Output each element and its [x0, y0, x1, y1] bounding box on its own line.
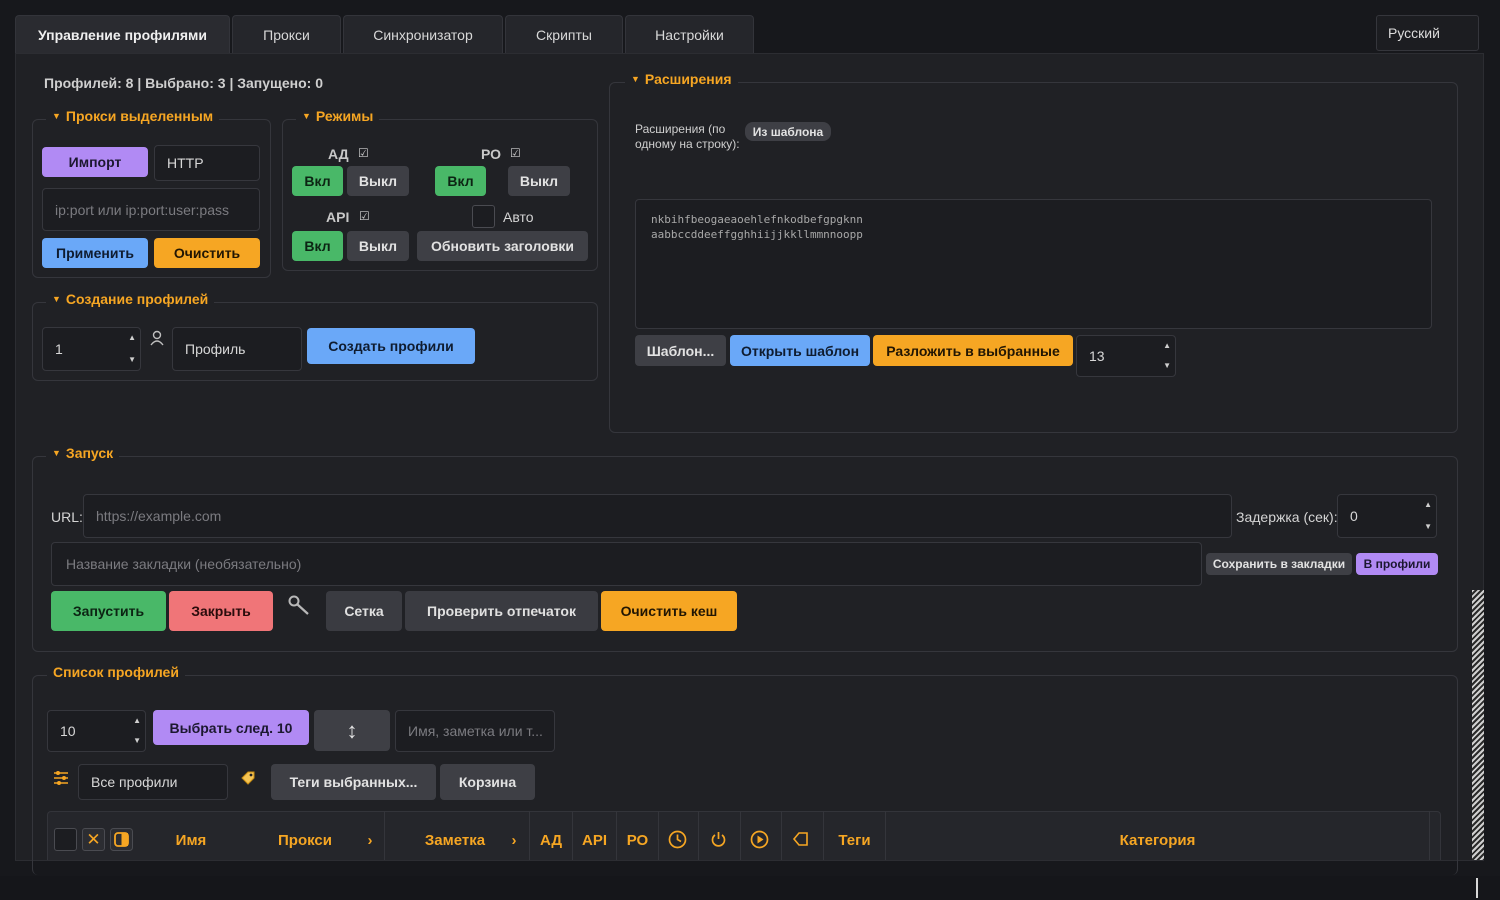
- check-fingerprint-button[interactable]: Проверить отпечаток: [405, 591, 598, 631]
- tag-icon[interactable]: [240, 770, 256, 786]
- spin-down-icon[interactable]: ▼: [133, 737, 141, 745]
- modes-group-title: ▼ Режимы: [296, 108, 380, 124]
- extensions-group-title: ▼ Расширения: [625, 71, 738, 87]
- check-icon: ☑: [510, 146, 521, 160]
- status-bar: [0, 876, 1500, 900]
- delay-value: 0: [1350, 508, 1358, 524]
- extensions-number-spinner[interactable]: 13 ▲ ▼: [1076, 335, 1176, 377]
- delay-spinner[interactable]: 0 ▲ ▼: [1337, 494, 1437, 538]
- label-icon[interactable]: [792, 831, 809, 848]
- proxy-group-title: ▼ Прокси выделенным: [46, 108, 220, 124]
- chevron-right-icon[interactable]: ›: [505, 826, 523, 854]
- ad-off-button[interactable]: Выкл: [347, 166, 409, 196]
- open-template-button[interactable]: Открыть шаблон: [730, 335, 870, 366]
- extensions-textarea[interactable]: nkbihfbeogaeaoehlefnkodbefgpgknn aabbccdd…: [635, 199, 1432, 329]
- extensions-description: Расширения (по одному на строку):: [635, 122, 740, 151]
- apply-proxy-button[interactable]: Применить: [42, 238, 148, 268]
- spin-down-icon[interactable]: ▼: [128, 356, 136, 364]
- to-profiles-button[interactable]: В профили: [1356, 553, 1438, 575]
- po-off-button[interactable]: Выкл: [508, 166, 570, 196]
- power-icon[interactable]: [710, 831, 727, 848]
- close-button[interactable]: Закрыть: [169, 591, 273, 631]
- trash-button[interactable]: Корзина: [440, 764, 535, 800]
- delay-label: Задержка (сек):: [1236, 509, 1338, 525]
- tags-selected-button[interactable]: Теги выбранных...: [271, 764, 436, 800]
- bookmark-name-input[interactable]: Название закладки (необязательно): [51, 542, 1202, 586]
- profile-search-input[interactable]: Имя, заметка или т...: [395, 710, 555, 752]
- clear-proxy-button[interactable]: Очистить: [154, 238, 260, 268]
- filter-sliders-icon[interactable]: [53, 770, 69, 786]
- distribute-selected-button[interactable]: Разложить в выбранные: [873, 335, 1073, 366]
- update-headers-button[interactable]: Обновить заголовки: [417, 231, 588, 261]
- column-category[interactable]: Категория: [886, 826, 1429, 854]
- spin-up-icon[interactable]: ▲: [133, 717, 141, 725]
- auto-label: Авто: [503, 209, 534, 225]
- language-select[interactable]: Русский: [1376, 15, 1479, 51]
- invert-selection-icon[interactable]: [110, 828, 133, 851]
- select-next-button[interactable]: Выбрать след. 10: [153, 710, 309, 745]
- check-icon: ☑: [359, 209, 370, 223]
- spin-down-icon[interactable]: ▼: [1424, 523, 1432, 531]
- column-ad[interactable]: АД: [530, 826, 572, 854]
- start-button[interactable]: Запустить: [51, 591, 166, 631]
- key-icon[interactable]: [287, 594, 311, 616]
- tab-bar: Управление профилями Прокси Синхронизато…: [0, 0, 1500, 54]
- url-input[interactable]: https://example.com: [83, 494, 1232, 538]
- column-proxy[interactable]: Прокси: [255, 826, 355, 854]
- column-api[interactable]: API: [573, 826, 616, 854]
- chevron-right-icon[interactable]: ›: [360, 826, 380, 854]
- ad-on-button[interactable]: Вкл: [292, 166, 343, 196]
- template-button[interactable]: Шаблон...: [635, 335, 726, 366]
- vertical-scrollbar[interactable]: [1472, 590, 1484, 860]
- deselect-icon[interactable]: ✕: [82, 828, 105, 851]
- save-bookmarks-button[interactable]: Сохранить в закладки: [1206, 553, 1352, 575]
- spin-up-icon[interactable]: ▲: [1424, 501, 1432, 509]
- proxy-input[interactable]: ip:port или ip:port:user:pass: [42, 188, 260, 231]
- po-on-button[interactable]: Вкл: [435, 166, 486, 196]
- proxy-type-select[interactable]: HTTP: [154, 145, 260, 181]
- profile-count-spinner[interactable]: 1 ▲ ▼: [42, 327, 141, 371]
- resize-handle[interactable]: [1476, 878, 1478, 898]
- auto-checkbox[interactable]: [472, 205, 495, 228]
- clear-cache-button[interactable]: Очистить кеш: [601, 591, 737, 631]
- profile-stats: Профилей: 8 | Выбрано: 3 | Запущено: 0: [44, 75, 323, 91]
- tab-scripts[interactable]: Скрипты: [505, 15, 623, 54]
- column-name[interactable]: Имя: [140, 826, 242, 854]
- user-icon: [150, 330, 164, 346]
- api-label: API: [326, 209, 350, 225]
- tab-profiles[interactable]: Управление профилями: [15, 15, 230, 54]
- select-count-spinner[interactable]: 10 ▲ ▼: [47, 710, 146, 752]
- profile-name-input[interactable]: Профиль: [172, 327, 302, 371]
- column-note[interactable]: Заметка: [405, 826, 505, 854]
- grid-button[interactable]: Сетка: [326, 591, 402, 631]
- po-label: РО: [481, 146, 502, 162]
- create-group-title: ▼ Создание профилей: [46, 291, 215, 307]
- column-po[interactable]: РО: [617, 826, 658, 854]
- check-icon: ☑: [358, 146, 369, 160]
- import-button[interactable]: Импорт: [42, 147, 148, 177]
- url-label: URL:: [51, 509, 83, 525]
- spin-up-icon[interactable]: ▲: [1163, 342, 1171, 350]
- from-template-button[interactable]: Из шаблона: [745, 122, 831, 141]
- launch-group-title: ▼ Запуск: [46, 445, 120, 461]
- spin-down-icon[interactable]: ▼: [1163, 362, 1171, 370]
- select-all-checkbox[interactable]: [54, 828, 77, 851]
- extensions-number-value: 13: [1089, 348, 1105, 364]
- select-count-value: 10: [60, 723, 76, 739]
- profiles-group-title: Список профилей: [47, 664, 185, 680]
- profile-count-value: 1: [55, 341, 63, 357]
- profile-filter-select[interactable]: Все профили: [78, 764, 228, 800]
- api-off-button[interactable]: Выкл: [347, 231, 409, 261]
- tab-settings[interactable]: Настройки: [625, 15, 754, 54]
- api-on-button[interactable]: Вкл: [292, 231, 343, 261]
- play-icon[interactable]: [750, 830, 769, 849]
- clock-icon[interactable]: [668, 830, 687, 849]
- create-profiles-button[interactable]: Создать профили: [307, 328, 475, 364]
- spin-up-icon[interactable]: ▲: [128, 334, 136, 342]
- tab-synchronizer[interactable]: Синхронизатор: [343, 15, 503, 54]
- ad-label: АД: [328, 146, 349, 162]
- sort-icon[interactable]: ↕: [314, 710, 390, 751]
- column-tags[interactable]: Теги: [824, 826, 885, 854]
- tab-proxy[interactable]: Прокси: [232, 15, 341, 54]
